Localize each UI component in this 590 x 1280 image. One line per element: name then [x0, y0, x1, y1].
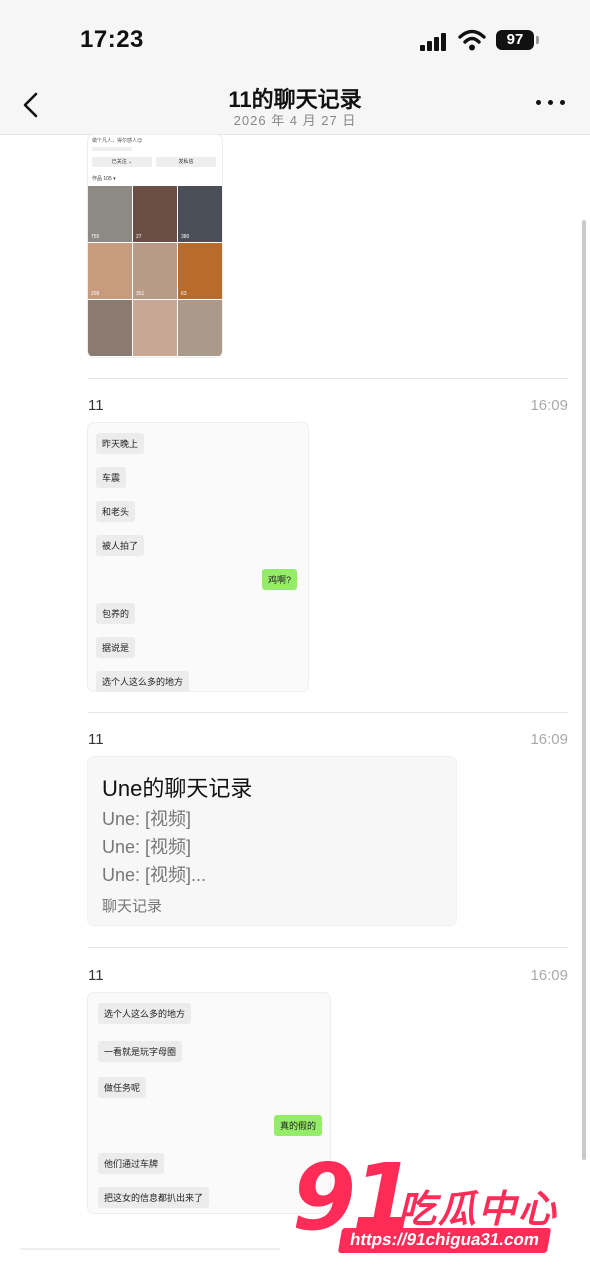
watermark-logo: 91 吃瓜中心 https://91chigua31.com [290, 1144, 580, 1266]
navigation-bar: 11的聊天记录 2026 年 4 月 27 日 [0, 80, 590, 135]
chat-bubble: 一看就是玩字母圈 [98, 1041, 183, 1062]
message-sender: 11 [88, 967, 104, 984]
photo-tile: 380 [178, 186, 222, 242]
page-subtitle-date: 2026 年 4 月 27 日 [233, 113, 357, 128]
forwarded-chat-title: Une的聊天记录 [102, 776, 253, 801]
bottom-divider [20, 1248, 280, 1250]
chat-bubble: 做任务呢 [98, 1077, 147, 1098]
photo-tile: 63 [178, 243, 222, 299]
photo-likes: 209 [91, 291, 100, 297]
cellular-signal-icon [420, 31, 448, 51]
profile-bio: 做个凡人，得尔感人😊 [92, 138, 143, 144]
chat-bubble: 包养的 [96, 603, 136, 624]
forwarded-chat-card[interactable]: Une的聊天记录 Une: [视频] Une: [视频] Une: [视频]..… [88, 757, 456, 925]
message-sender: 11 [88, 397, 104, 414]
chat-bubble: 昨天晚上 [96, 433, 145, 454]
message-sender: 11 [88, 731, 104, 748]
message-time: 16:09 [530, 967, 568, 984]
forwarded-chat-label: 聊天记录 [102, 898, 163, 915]
message-divider [88, 712, 568, 713]
scrollbar[interactable] [582, 220, 586, 1160]
follow-button: 已关注 ⌄ [92, 157, 152, 167]
photo-tile [133, 300, 177, 356]
photo-likes: 27 [136, 234, 142, 240]
more-options-icon[interactable] [536, 98, 568, 108]
message-time: 16:09 [530, 397, 568, 414]
chat-bubble: 选个人这么多的地方 [96, 671, 190, 691]
photo-likes: 351 [136, 291, 145, 297]
forwarded-chat-line: Une: [视频] [102, 837, 192, 857]
message-button: 发私信 [156, 157, 216, 167]
watermark-url: https://91chigua31.com [337, 1228, 552, 1253]
photo-likes: 755 [91, 234, 100, 240]
photo-tile: 351 [133, 243, 177, 299]
message-divider [88, 947, 568, 948]
chat-bubble: 他们通过车牌 [98, 1153, 165, 1174]
chat-bubble-self: 鸡啊? [262, 569, 299, 590]
photo-likes: 380 [181, 234, 190, 240]
message-time: 16:09 [530, 731, 568, 748]
chat-bubble: 车震 [96, 467, 127, 488]
wifi-icon [458, 29, 486, 51]
chat-screenshot-image[interactable]: 昨天晚上 车震 和老头 被人拍了 鸡啊? 包养的 据说是 选个人这么多的地方 [88, 423, 308, 691]
message-divider [88, 378, 568, 379]
photo-tile: 27 [133, 186, 177, 242]
status-bar: 17:23 97 [0, 0, 590, 80]
profile-tags [92, 147, 132, 151]
photo-grid: 755 27 380 209 351 63 [88, 186, 222, 356]
chat-bubble: 和老头 [96, 501, 136, 522]
chat-bubble-self: 真的假的 [274, 1115, 324, 1136]
chat-bubble: 被人拍了 [96, 535, 145, 556]
chat-bubble: 把这女的信息都扒出来了 [98, 1187, 210, 1208]
chat-bubble: 据说是 [96, 637, 136, 658]
photo-tile [178, 300, 222, 356]
forwarded-chat-line: Une: [视频]... [102, 865, 207, 885]
status-time: 17:23 [80, 26, 144, 53]
photo-tile: 209 [88, 243, 132, 299]
works-count: 作品 105 ▾ [92, 176, 116, 182]
watermark-name: 吃瓜中心 [398, 1189, 559, 1231]
profile-screenshot-image[interactable]: 做个凡人，得尔感人😊 已关注 ⌄ 发私信 作品 105 ▾ 755 27 380… [88, 135, 222, 357]
photo-tile: 755 [88, 186, 132, 242]
chat-bubble: 选个人这么多的地方 [98, 1003, 192, 1024]
forwarded-chat-line: Une: [视频] [102, 809, 192, 829]
photo-tile [88, 300, 132, 356]
photo-likes: 63 [181, 291, 187, 297]
battery-icon: 97 [496, 30, 539, 50]
